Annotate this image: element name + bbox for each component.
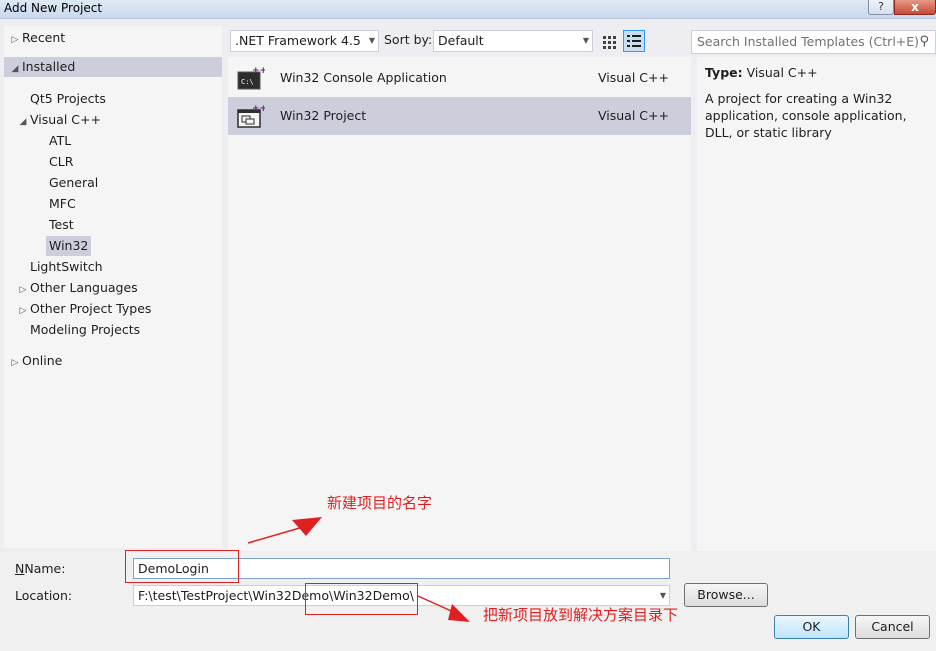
annotation-arrow-head-2 [448,604,470,622]
annotation-arrow-head-1 [292,517,322,536]
annotation-arrows [247,517,470,622]
